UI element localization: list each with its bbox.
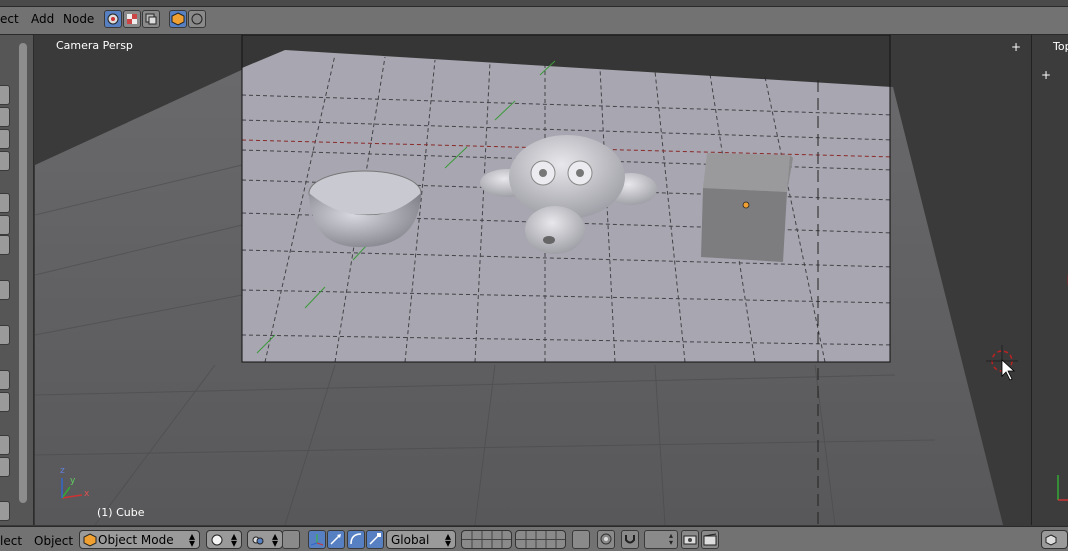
mode-arrows-icon: ▴ ▾ (188, 529, 195, 550)
selection-label: (1) Cube (97, 506, 145, 519)
axis-y-label: y (70, 476, 76, 486)
tool-button[interactable] (0, 129, 10, 149)
tool-button[interactable] (0, 501, 10, 521)
proportional-editing-icon[interactable] (597, 530, 615, 549)
3d-viewport[interactable]: + Camera Persp (1) Cube x y z (35, 35, 1030, 525)
render-camera-icon[interactable] (681, 530, 699, 549)
tool-button[interactable] (0, 325, 10, 345)
secondary-mode-selector[interactable] (1041, 530, 1068, 549)
tool-button[interactable] (0, 392, 10, 412)
shading-arrows-icon: ▴ ▾ (230, 529, 237, 550)
pivot-point-icon (252, 536, 264, 545)
tool-button[interactable] (0, 457, 10, 477)
mode-label: Object Mode (98, 533, 174, 547)
transform-orientation-selector[interactable]: Global ▴ ▾ (386, 530, 456, 549)
tool-button[interactable] (0, 235, 10, 255)
viewport-scene: + (35, 35, 1030, 525)
manipulator-toggle-icon[interactable] (308, 530, 326, 549)
mode-selector[interactable]: Object Mode ▴ ▾ (79, 530, 200, 549)
layers-grid-1[interactable] (461, 530, 512, 549)
menu-select-bottom[interactable]: lect (0, 534, 22, 548)
pivot-arrows-icon: ▴ ▾ (271, 529, 278, 550)
tool-button[interactable] (0, 85, 10, 105)
manipulate-center-icon[interactable] (282, 530, 300, 549)
layer-buttons-icon (516, 531, 565, 548)
menu-select[interactable]: ect (0, 12, 19, 26)
orientation-label: Global (391, 533, 430, 547)
texture-node-icon[interactable] (123, 10, 141, 28)
compositing-node-icon[interactable] (142, 10, 160, 28)
tool-shelf-scrollbar[interactable] (19, 43, 27, 503)
tool-button[interactable] (0, 193, 10, 213)
render-animation-icon[interactable] (701, 530, 719, 549)
magnet-snap-icon[interactable] (621, 530, 639, 549)
cube-object (701, 153, 793, 262)
view-label: Camera Persp (56, 39, 133, 52)
axis-x-label: x (84, 489, 90, 499)
tool-button[interactable] (0, 107, 10, 127)
pivot-point-selector[interactable]: ▴ ▾ (247, 530, 283, 549)
render-layer-lock-icon[interactable] (572, 530, 590, 549)
object-mode-icon (1045, 534, 1057, 546)
snap-arrows-icon: ▴ ▾ (668, 531, 673, 547)
header-top-strip (0, 0, 1068, 7)
tool-shelf (0, 35, 34, 525)
viewport-header: lect Object Object Mode ▴ ▾ ▴ ▾ ▴ ▾ Global … (0, 526, 1068, 551)
object-data-icon[interactable] (169, 10, 187, 28)
menu-object[interactable]: Object (34, 534, 73, 548)
shader-node-icon[interactable] (104, 10, 122, 28)
axis-z-label: z (60, 466, 65, 476)
header-bar: ect Add Node (0, 0, 1068, 35)
snap-element-selector[interactable]: ▴ ▾ (644, 530, 678, 549)
secondary-viewport[interactable]: Top + (1031, 35, 1068, 525)
scale-manipulator-icon[interactable] (366, 530, 384, 549)
properties-toggle-icon: + (1011, 40, 1021, 54)
rotate-manipulator-icon[interactable] (347, 530, 365, 549)
translate-manipulator-icon[interactable] (327, 530, 345, 549)
tool-button[interactable] (0, 151, 10, 171)
orientation-arrows-icon: ▴ ▾ (444, 529, 451, 550)
menu-add[interactable]: Add (31, 12, 54, 26)
viewport-shading-selector[interactable]: ▴ ▾ (206, 530, 242, 549)
layer-buttons-icon (462, 531, 511, 548)
menu-node[interactable]: Node (63, 12, 94, 26)
tool-button[interactable] (0, 370, 10, 390)
object-mode-icon (83, 533, 97, 547)
tool-button[interactable] (0, 435, 10, 455)
tool-button[interactable] (0, 280, 10, 300)
secondary-viewport-scene (1057, 275, 1068, 501)
solid-shading-icon (211, 534, 223, 546)
tool-button[interactable] (0, 215, 10, 235)
layers-grid-2[interactable] (515, 530, 566, 549)
world-icon[interactable] (188, 10, 206, 28)
